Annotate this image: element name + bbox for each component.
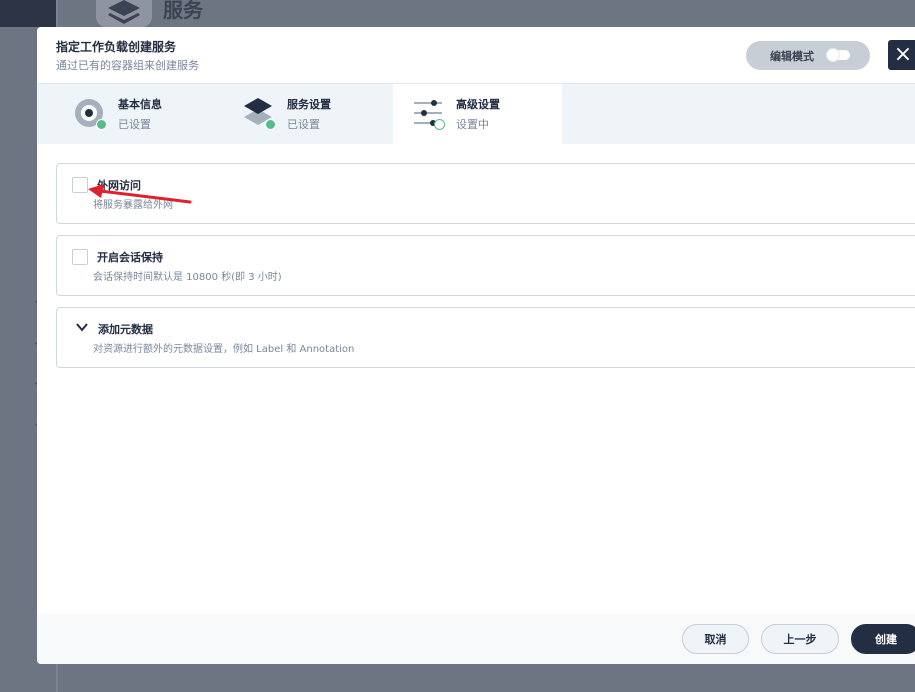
toggle-knob bbox=[826, 48, 840, 62]
toggle-switch-icon bbox=[826, 48, 850, 62]
background-page-title: 服务 bbox=[163, 0, 203, 22]
step-tabs: 基本信息 已设置 服务设置 已设置 高级设置 设置中 bbox=[37, 84, 915, 144]
metadata-card[interactable]: 添加元数据 对资源进行额外的元数据设置，例如 Label 和 Annotatio… bbox=[56, 307, 915, 368]
create-service-modal: 指定工作负载创建服务 通过已有的容器组来创建服务 编辑模式 基本信息 已设置 服… bbox=[37, 27, 915, 664]
session-affinity-card: 开启会话保持 会话保持时间默认是 10800 秒(即 3 小时) bbox=[56, 235, 915, 296]
metadata-title: 添加元数据 bbox=[98, 323, 153, 336]
chevron-down-icon[interactable] bbox=[75, 320, 89, 334]
session-affinity-desc: 会话保持时间默认是 10800 秒(即 3 小时) bbox=[93, 272, 282, 283]
session-affinity-checkbox[interactable] bbox=[72, 249, 88, 265]
step-label: 服务设置 bbox=[287, 98, 331, 111]
create-button[interactable]: 创建 bbox=[851, 624, 915, 654]
modal-header: 指定工作负载创建服务 通过已有的容器组来创建服务 编辑模式 bbox=[37, 27, 915, 84]
session-affinity-title: 开启会话保持 bbox=[97, 251, 163, 264]
step-status: 已设置 bbox=[287, 118, 320, 131]
modal-footer: 取消 上一步 创建 bbox=[37, 614, 915, 664]
completed-dot-icon bbox=[265, 119, 276, 130]
metadata-desc: 对资源进行额外的元数据设置，例如 Label 和 Annotation bbox=[93, 344, 355, 355]
external-access-checkbox[interactable] bbox=[72, 177, 88, 193]
step-status: 已设置 bbox=[118, 118, 151, 131]
background-sidebar-header bbox=[0, 0, 56, 27]
step-status: 设置中 bbox=[456, 118, 489, 131]
in-progress-dot-icon bbox=[434, 119, 445, 130]
service-icon bbox=[96, 0, 152, 27]
step-basic-info[interactable]: 基本信息 已设置 bbox=[37, 84, 225, 144]
annotation-arrow-icon bbox=[88, 184, 192, 204]
close-button[interactable]: × bbox=[888, 40, 915, 70]
edit-mode-label: 编辑模式 bbox=[770, 49, 814, 63]
step-service-settings[interactable]: 服务设置 已设置 bbox=[206, 84, 394, 144]
step-label: 高级设置 bbox=[456, 98, 500, 111]
background-sidebar bbox=[0, 0, 37, 692]
modal-subtitle: 通过已有的容器组来创建服务 bbox=[56, 59, 199, 72]
step-label: 基本信息 bbox=[118, 98, 162, 111]
previous-step-button[interactable]: 上一步 bbox=[761, 624, 839, 654]
close-icon: × bbox=[893, 42, 913, 67]
edit-mode-toggle[interactable]: 编辑模式 bbox=[746, 41, 870, 70]
step-advanced-settings[interactable]: 高级设置 设置中 bbox=[393, 84, 562, 144]
completed-dot-icon bbox=[96, 119, 107, 130]
modal-title: 指定工作负载创建服务 bbox=[56, 40, 177, 54]
cancel-button[interactable]: 取消 bbox=[682, 624, 749, 654]
